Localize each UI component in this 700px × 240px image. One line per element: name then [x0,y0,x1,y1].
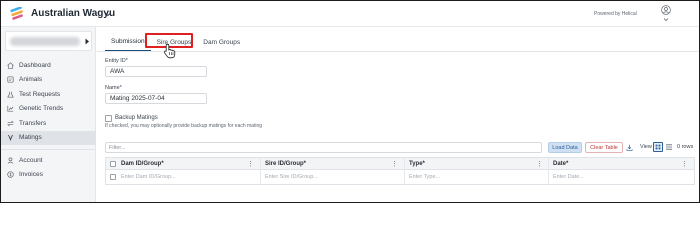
backup-matings-checkbox[interactable] [105,115,112,122]
sidebar-item-label: Transfers [19,119,47,127]
table-row: Enter Dam ID/Group... Enter Sire ID/Grou… [106,171,694,184]
row-count: 0 rows [677,144,694,150]
column-menu-dam[interactable]: ⋮ [247,160,254,168]
filter-input[interactable]: Filter... [105,142,542,153]
list-view-icon[interactable] [665,143,673,151]
dam-id-cell-input[interactable]: Enter Dam ID/Group... [121,174,176,180]
user-avatar-icon[interactable] [661,5,671,15]
sidebar-item-animals[interactable]: Animals [1,73,96,88]
column-menu-type[interactable]: ⋮ [536,160,543,168]
column-header-date[interactable]: Date* [553,161,568,167]
organization-name-redacted [10,37,80,46]
app-title[interactable]: Australian Wagyu [31,8,115,19]
entity-id-field[interactable]: AWA [105,66,207,77]
name-label: Name* [105,85,122,91]
column-header-dam[interactable]: Dam ID/Group* [121,161,164,167]
column-menu-sire[interactable]: ⋮ [391,160,398,168]
load-data-button[interactable]: Load Data [548,142,582,153]
chart-icon [7,106,14,112]
sidebar-item-label: Matings [19,134,42,142]
sidebar-item-transfers[interactable]: Transfers [1,116,96,131]
sidebar-item-genetic-trends[interactable]: Genetic Trends [1,102,96,117]
download-icon[interactable] [626,144,633,151]
matings-grid: Dam ID/Group* ⋮ Sire ID/Group* ⋮ Type* ⋮… [105,157,695,185]
sidebar-item-account[interactable]: Account [1,153,96,168]
grid-header-row: Dam ID/Group* ⋮ Sire ID/Group* ⋮ Type* ⋮… [106,158,694,170]
name-field[interactable]: Mating 2025-07-04 [105,93,207,104]
entity-id-label: Entity ID* [105,58,128,64]
account-icon [7,157,14,164]
caret-right-icon [85,38,89,45]
sire-id-cell-input[interactable]: Enter Sire ID/Group... [265,174,318,180]
column-header-type[interactable]: Type* [409,161,425,167]
sidebar-item-label: Invoices [19,171,43,179]
sidebar-item-label: Account [19,156,43,164]
sidebar: Dashboard Animals Test Requests Genetic … [1,27,96,202]
test-requests-icon [7,91,14,98]
invoices-icon [7,171,14,178]
main-content: Submission Sire Groups Dam Groups Entity… [97,28,699,202]
grid-view-icon[interactable] [653,142,663,152]
sidebar-item-dashboard[interactable]: Dashboard [1,58,96,73]
helical-logo-icon [10,7,23,20]
tab-dam-groups[interactable]: Dam Groups [197,33,246,51]
view-label: View [640,144,652,150]
sidebar-divider [1,149,96,150]
column-header-sire[interactable]: Sire ID/Group* [265,161,306,167]
sidebar-item-label: Dashboard [19,61,51,69]
matings-icon [8,135,13,141]
sidebar-item-test-requests[interactable]: Test Requests [1,87,96,102]
column-menu-date[interactable]: ⋮ [681,160,688,168]
backup-matings-hint: If checked, you may optionally provide b… [105,123,263,129]
tab-submission[interactable]: Submission [105,33,151,51]
sidebar-item-label: Animals [19,76,43,84]
tab-bar-divider [97,51,699,52]
select-all-checkbox[interactable] [110,161,116,167]
top-bar: Australian Wagyu Powered by Helical [1,1,699,27]
organization-selector[interactable] [5,31,92,51]
date-cell-input[interactable]: Enter Date... [553,174,584,180]
type-cell-input[interactable]: Enter Type... [409,174,440,180]
sidebar-item-matings[interactable]: Matings [1,130,96,145]
sidebar-item-invoices[interactable]: Invoices [1,168,96,183]
sidebar-nav: Dashboard Animals Test Requests Genetic … [1,58,96,182]
sidebar-item-label: Test Requests [19,90,61,98]
hand-pointer-icon [163,43,176,59]
row-checkbox[interactable] [110,174,116,180]
chevron-down-icon[interactable] [104,10,112,18]
home-icon [7,62,14,69]
app-window: Australian Wagyu Powered by Helical Dash… [0,0,700,203]
transfers-icon [7,120,14,127]
chevron-down-icon[interactable] [663,17,669,22]
backup-matings-label: Backup Matings [115,115,158,121]
clear-table-button[interactable]: Clear Table [585,142,623,153]
sidebar-item-label: Genetic Trends [19,105,64,113]
powered-by-text: Powered by Helical [594,11,637,17]
animals-icon [7,76,14,83]
